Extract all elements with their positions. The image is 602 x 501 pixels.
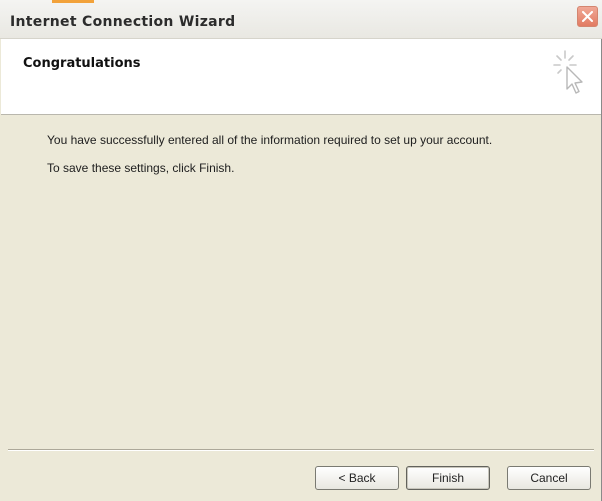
wizard-window: Internet Connection Wizard Congratulatio…: [0, 0, 602, 501]
close-button[interactable]: [577, 6, 598, 27]
footer-divider: [8, 449, 594, 451]
header-band: Congratulations: [1, 39, 601, 115]
cancel-button[interactable]: Cancel: [507, 466, 591, 490]
window-title: Internet Connection Wizard: [10, 14, 236, 30]
close-icon: [582, 11, 593, 22]
back-button[interactable]: < Back: [315, 466, 399, 490]
message-area: You have successfully entered all of the…: [47, 133, 577, 175]
instruction-message: To save these settings, click Finish.: [47, 161, 235, 175]
wizard-cursor-icon: [553, 50, 583, 94]
page-heading: Congratulations: [23, 56, 141, 71]
finish-button[interactable]: Finish: [406, 466, 490, 490]
title-bar[interactable]: Internet Connection Wizard: [0, 0, 602, 39]
success-message: You have successfully entered all of the…: [47, 133, 493, 147]
title-bar-accent: [52, 0, 94, 3]
